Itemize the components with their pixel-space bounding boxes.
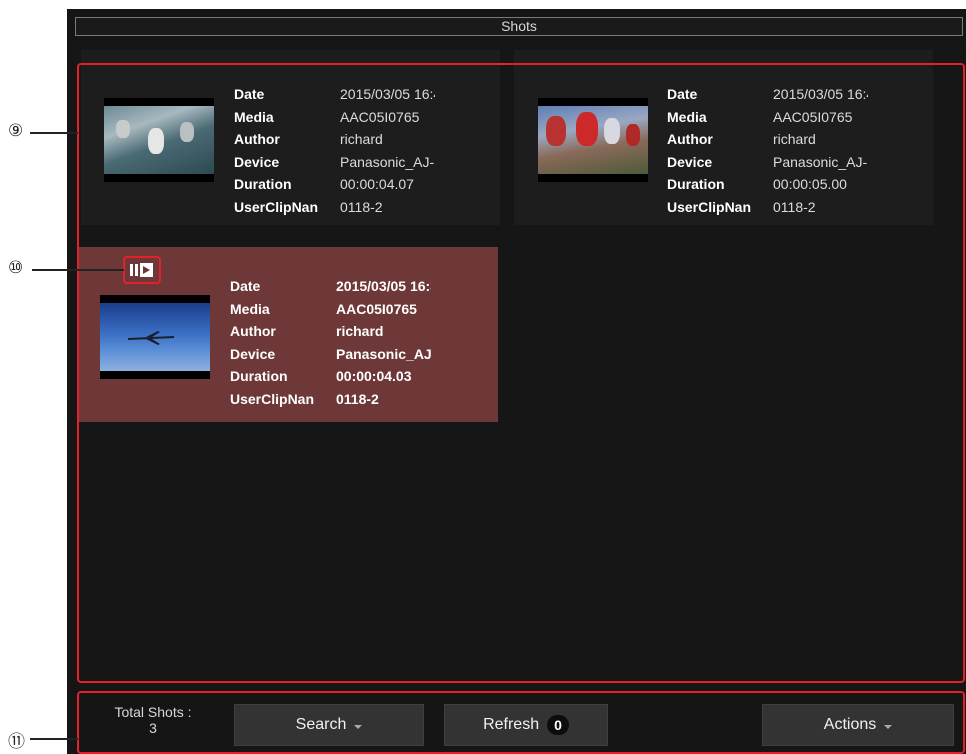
- callout-10: ⑩: [8, 258, 24, 278]
- search-button-label: Search: [295, 716, 347, 733]
- callout-11: ⑪: [8, 732, 25, 752]
- actions-button-label: Actions: [823, 716, 877, 733]
- refresh-count-badge: 0: [547, 715, 569, 735]
- chevron-down-icon: [354, 724, 363, 729]
- total-shots-label: Total Shots :: [114, 704, 192, 720]
- chevron-down-icon: [884, 724, 893, 729]
- callout-9: ⑨: [8, 121, 24, 141]
- callout-9-line: [30, 132, 78, 134]
- panel-title: Shots: [75, 17, 963, 36]
- refresh-button[interactable]: Refresh 0: [444, 704, 608, 746]
- play-icon-highlight: [123, 256, 161, 284]
- actions-button[interactable]: Actions: [762, 704, 954, 746]
- total-shots: Total Shots : 3: [87, 704, 219, 736]
- refresh-button-label: Refresh: [483, 716, 540, 733]
- callout-11-line: [30, 738, 78, 740]
- total-shots-value: 3: [149, 720, 157, 736]
- shots-grid-highlight: [77, 63, 965, 683]
- search-button[interactable]: Search: [234, 704, 424, 746]
- footer-bar: Total Shots : 3 Search Refresh 0 Actions: [75, 692, 963, 752]
- callout-10-line: [32, 269, 124, 271]
